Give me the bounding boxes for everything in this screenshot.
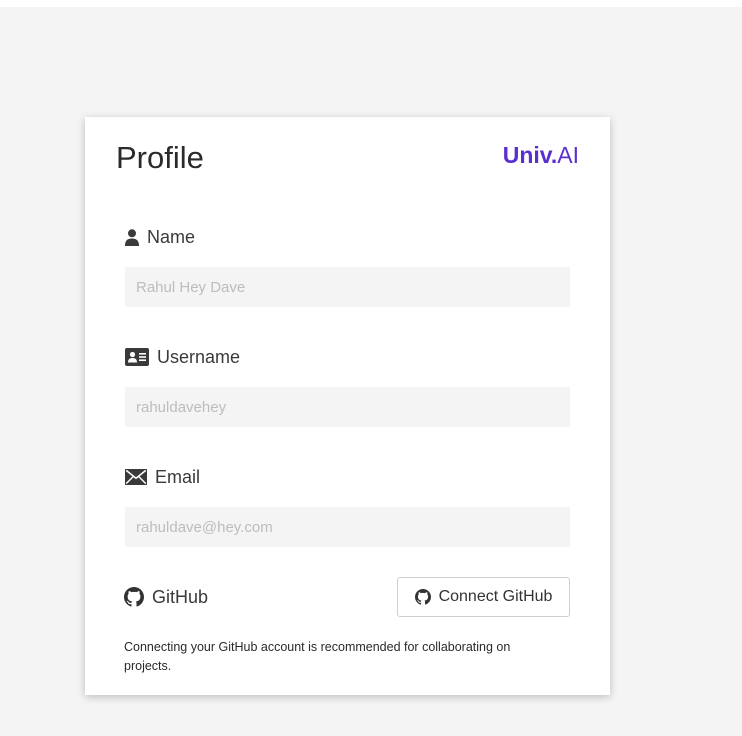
github-label-text: GitHub xyxy=(152,586,209,607)
connect-github-label: Connect GitHub xyxy=(438,588,553,605)
brand-logo-strong: Univ. xyxy=(502,142,558,168)
github-icon xyxy=(414,589,431,605)
brand-logo: Univ.AI xyxy=(503,141,579,169)
connect-github-button[interactable]: Connect GitHub xyxy=(397,577,570,617)
person-icon xyxy=(125,228,139,246)
email-label: Email xyxy=(125,465,200,489)
page-title: Profile xyxy=(116,140,204,175)
username-input[interactable] xyxy=(125,387,570,427)
brand-logo-light: AI xyxy=(557,142,579,168)
name-input[interactable] xyxy=(125,267,570,307)
name-label-text: Name xyxy=(147,226,196,247)
github-icon xyxy=(124,587,144,607)
github-label: GitHub xyxy=(124,585,208,609)
envelope-icon xyxy=(125,469,147,485)
email-input[interactable] xyxy=(125,507,570,547)
username-label-text: Username xyxy=(157,346,241,367)
username-label: Username xyxy=(125,345,240,369)
email-label-text: Email xyxy=(155,466,201,487)
github-help-text: Connecting your GitHub account is recomm… xyxy=(124,640,511,673)
profile-card: Profile Univ.AI Name Username xyxy=(85,117,610,695)
id-card-icon xyxy=(125,348,149,366)
name-label: Name xyxy=(125,225,195,249)
